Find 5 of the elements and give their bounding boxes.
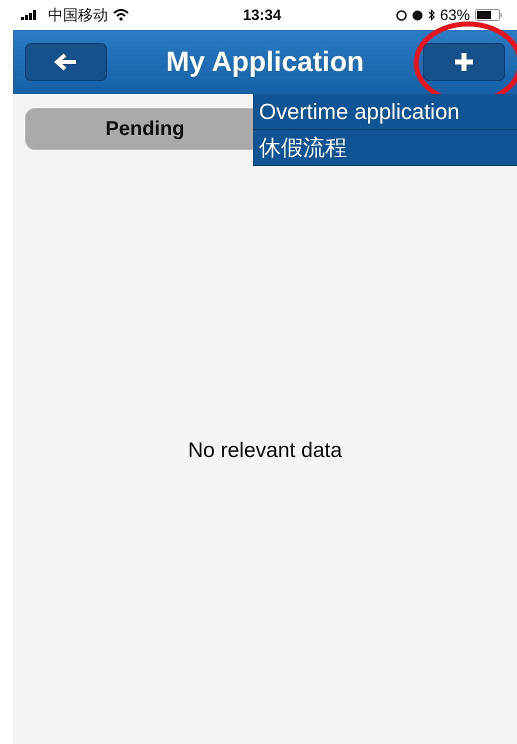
carrier-name: 中国移动 — [48, 6, 108, 24]
nav-title: My Application — [166, 46, 364, 78]
battery-percent: 63% — [440, 6, 470, 24]
empty-message: No relevant data — [186, 439, 344, 463]
status-time: 13:34 — [242, 6, 282, 24]
